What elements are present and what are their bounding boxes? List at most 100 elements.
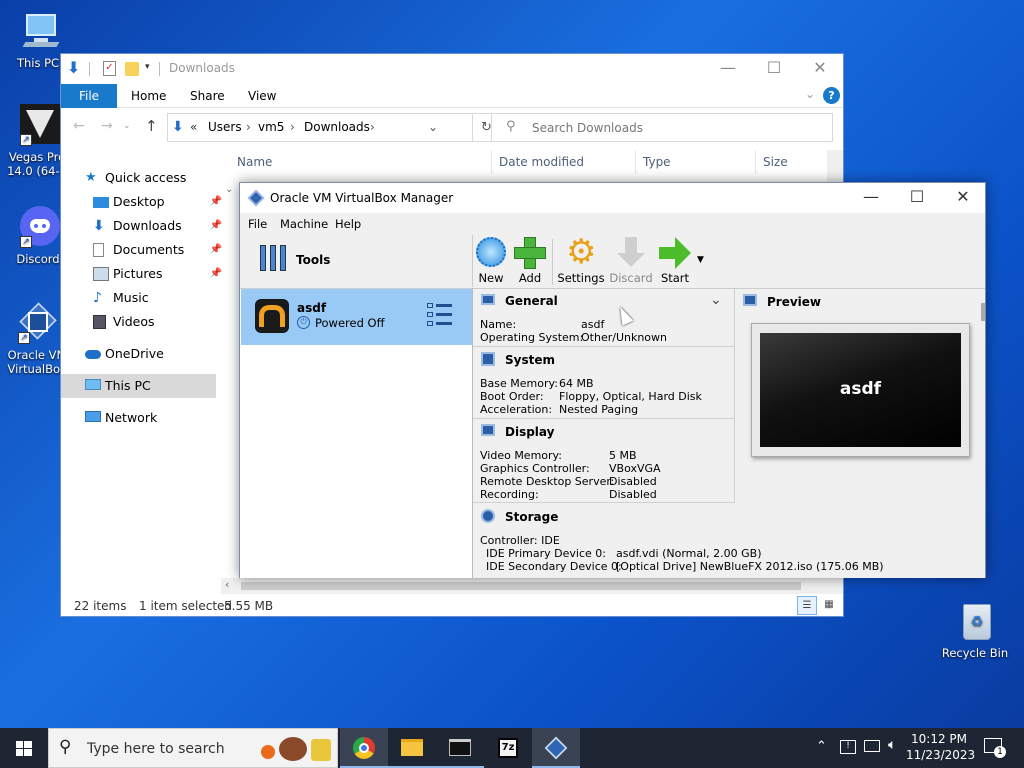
folder-icon — [401, 739, 423, 756]
display-label: Video Memory: — [480, 449, 562, 462]
pin-icon[interactable]: 📌 — [210, 262, 222, 286]
ribbon-expand-icon[interactable]: ⌄ — [805, 87, 815, 101]
security-icon[interactable]: ! — [840, 740, 856, 754]
taskbar-chrome[interactable] — [340, 728, 388, 768]
nav-network[interactable]: Network — [61, 406, 216, 430]
tools-item[interactable]: Tools — [240, 235, 472, 287]
breadcrumb-users[interactable]: Users — [208, 120, 242, 134]
system-label: Acceleration: — [480, 403, 553, 416]
nav-pictures[interactable]: Pictures 📌 — [69, 262, 224, 286]
collapse-chevron-icon[interactable]: ⌄ — [225, 184, 233, 195]
details-view-button[interactable]: ☰ — [797, 596, 817, 615]
pin-icon[interactable]: 📌 — [210, 214, 222, 238]
pin-icon[interactable]: 📌 — [210, 190, 222, 214]
search-highlight-icon[interactable] — [261, 735, 335, 763]
recent-dropdown-icon[interactable]: ⌄ — [123, 121, 131, 131]
vm-list-item[interactable]: asdf ⏻ Powered Off — [241, 289, 472, 345]
menu-file[interactable]: File — [248, 217, 267, 231]
vm-details-menu-icon[interactable] — [427, 303, 453, 327]
nav-desktop[interactable]: Desktop 📌 — [69, 190, 224, 214]
scroll-left-icon[interactable]: ‹ — [225, 578, 229, 591]
up-button[interactable]: ↑ — [145, 117, 158, 135]
close-button[interactable]: ✕ — [797, 54, 843, 84]
qat-dropdown-icon[interactable]: ▾ — [145, 62, 150, 72]
column-type[interactable]: Type — [643, 155, 671, 169]
power-off-icon: ⏻ — [297, 316, 310, 329]
nav-downloads[interactable]: ⬇ Downloads 📌 — [69, 214, 224, 238]
tab-view[interactable]: View — [248, 89, 276, 103]
breadcrumb-downloads[interactable]: Downloads — [304, 120, 370, 134]
breadcrumb-vm5[interactable]: vm5 — [258, 120, 284, 134]
window-title: Downloads — [169, 61, 235, 75]
minimize-button[interactable]: — — [705, 54, 751, 84]
taskbar-terminal[interactable] — [436, 728, 484, 768]
collapse-chevron-icon[interactable]: ⌄ — [710, 292, 722, 308]
tab-home[interactable]: Home — [131, 89, 166, 103]
volume-muted-icon[interactable]: 🔈︎ — [888, 737, 896, 753]
maximize-button[interactable]: ☐ — [751, 54, 797, 84]
menu-machine[interactable]: Machine — [280, 217, 328, 231]
column-size[interactable]: Size — [763, 155, 788, 169]
help-icon[interactable]: ? — [823, 87, 840, 104]
discard-button[interactable]: Discard — [606, 235, 656, 285]
start-dropdown-icon[interactable]: ▼ — [697, 255, 704, 265]
windows-logo-icon — [16, 741, 32, 756]
notifications-button[interactable]: 1 — [980, 736, 1010, 760]
tab-share[interactable]: Share — [190, 89, 225, 103]
menu-help[interactable]: Help — [335, 217, 361, 231]
properties-icon[interactable]: ✓ — [103, 61, 116, 76]
address-overflow[interactable]: « — [190, 120, 197, 134]
display-section[interactable]: Display Video Memory: 5 MB Graphics Cont… — [473, 419, 735, 503]
add-button[interactable]: Add — [505, 235, 555, 285]
horizontal-scrollbar[interactable]: ‹ — [221, 578, 843, 594]
column-name[interactable]: Name — [237, 155, 272, 169]
nav-this-pc[interactable]: This PC — [61, 374, 216, 398]
large-icons-view-button[interactable]: ▦ — [819, 596, 839, 615]
system-section[interactable]: System Base Memory: 64 MB Boot Order: Fl… — [473, 347, 735, 419]
scroll-thumb[interactable] — [241, 582, 801, 590]
start-button[interactable]: Start — [650, 235, 700, 285]
discard-arrow-icon — [613, 235, 649, 271]
down-arrow-icon[interactable]: ⬇ — [67, 60, 83, 78]
start-button[interactable] — [0, 728, 48, 768]
minimize-button[interactable]: — — [848, 183, 894, 213]
network-icon[interactable] — [864, 740, 880, 752]
clock[interactable]: 10:12 PM 11/23/2023 — [906, 731, 975, 763]
divider — [89, 62, 90, 76]
nav-documents[interactable]: Documents 📌 — [69, 238, 224, 262]
back-button[interactable]: ← — [73, 118, 85, 134]
gear-icon: ⚙ — [566, 232, 597, 272]
virtualbox-icon — [247, 189, 265, 207]
close-button[interactable]: ✕ — [940, 183, 986, 213]
monitor-icon — [481, 294, 495, 305]
column-date-modified[interactable]: Date modified — [499, 155, 584, 169]
taskbar-7zip[interactable]: 7z — [484, 728, 532, 768]
general-value: Other/Unknown — [581, 331, 668, 344]
nav-quick-access[interactable]: ★ Quick access — [61, 166, 216, 190]
nav-onedrive[interactable]: OneDrive — [61, 342, 216, 366]
maximize-button[interactable]: ☐ — [894, 183, 940, 213]
nav-music[interactable]: ♪ Music — [69, 286, 224, 310]
forward-button[interactable]: → — [101, 118, 113, 134]
storage-section[interactable]: Storage Controller: IDE IDE Primary Devi… — [473, 503, 983, 578]
pin-icon[interactable]: 📌 — [210, 238, 222, 262]
address-bar[interactable]: ⬇ « Users › vm5 › Downloads › ⌄ — [167, 113, 473, 142]
taskbar-virtualbox[interactable] — [532, 728, 580, 768]
address-dropdown-icon[interactable]: ⌄ — [428, 120, 438, 134]
general-label: Name: — [480, 318, 517, 331]
taskbar-file-explorer[interactable] — [388, 728, 436, 768]
preview-section[interactable]: Preview asdf — [735, 289, 983, 503]
settings-button[interactable]: ⚙ Settings — [556, 235, 606, 285]
item-count: 22 items — [74, 599, 127, 613]
nav-videos[interactable]: Videos — [69, 310, 224, 334]
general-section[interactable]: General ⌄ Name: asdf Operating System: O… — [473, 289, 735, 347]
details-scrollbar[interactable] — [981, 303, 985, 321]
system-title: System — [505, 353, 555, 367]
storage-label: IDE Primary Device 0: — [486, 547, 606, 560]
taskbar-search-box[interactable]: ⚲ Type here to search — [48, 728, 338, 768]
show-hidden-icons-icon[interactable]: ⌃ — [816, 739, 827, 754]
tab-file[interactable]: File — [61, 84, 117, 108]
search-box[interactable]: ⚲ Search Downloads — [491, 113, 833, 142]
new-folder-icon[interactable] — [125, 62, 139, 76]
desktop-icon-recycle-bin[interactable]: ♻ Recycle Bin — [938, 600, 1012, 660]
